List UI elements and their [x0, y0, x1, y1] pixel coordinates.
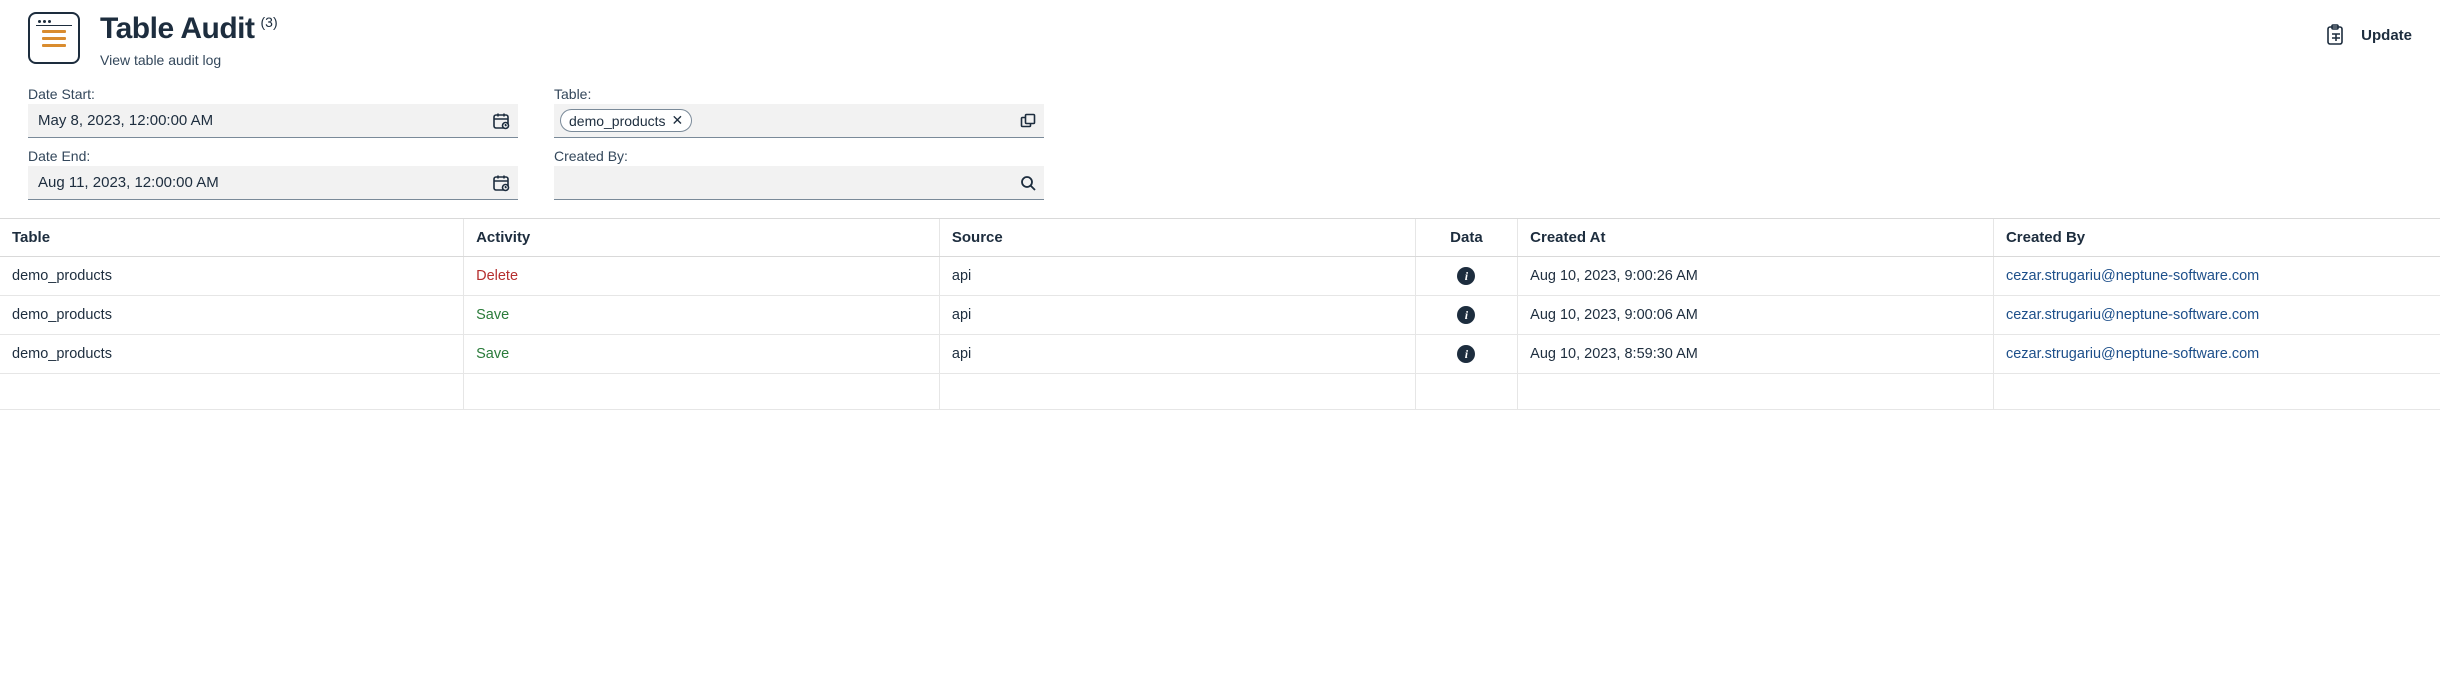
info-icon[interactable]: i	[1457, 345, 1475, 363]
cell-data: i	[1415, 296, 1517, 335]
date-end-input-wrap[interactable]	[28, 166, 518, 200]
info-icon[interactable]: i	[1457, 267, 1475, 285]
date-end-field: Date End:	[28, 148, 518, 200]
update-button[interactable]: Update	[2361, 27, 2412, 44]
col-header-activity[interactable]: Activity	[464, 219, 940, 257]
filters-col-dates: Date Start: Date End:	[28, 86, 518, 200]
page-title-count: (3)	[261, 14, 278, 30]
table-label: Table:	[554, 86, 1044, 102]
date-end-input[interactable]	[38, 166, 482, 199]
cell-activity: Delete	[464, 257, 940, 296]
page-header: Table Audit (3) View table audit log Upd…	[0, 0, 2440, 86]
filters-col-table-user: Table: demo_products ✕ Created By:	[554, 86, 1044, 200]
table-row-empty	[0, 374, 2440, 410]
title-block: Table Audit (3) View table audit log	[100, 12, 278, 68]
table-token[interactable]: demo_products ✕	[560, 109, 692, 132]
cell-created-by: cezar.strugariu@neptune-software.com	[1993, 257, 2440, 296]
calendar-icon[interactable]	[492, 174, 510, 192]
date-start-input[interactable]	[38, 104, 482, 137]
cell-source: api	[939, 335, 1415, 374]
created-by-label: Created By:	[554, 148, 1044, 164]
audit-tbody: demo_productsDeleteapiiAug 10, 2023, 9:0…	[0, 257, 2440, 410]
multi-select-icon[interactable]	[1020, 113, 1036, 129]
col-header-created-at[interactable]: Created At	[1518, 219, 1994, 257]
col-header-created-by[interactable]: Created By	[1993, 219, 2440, 257]
page-title: Table Audit	[100, 12, 255, 46]
date-start-label: Date Start:	[28, 86, 518, 102]
created-by-input[interactable]	[564, 166, 1008, 199]
search-icon[interactable]	[1020, 175, 1036, 191]
cell-source: api	[939, 296, 1415, 335]
cell-data: i	[1415, 257, 1517, 296]
table-row[interactable]: demo_productsSaveapi i Aug 10, 2023, 9:00:…	[0, 296, 2440, 335]
date-end-label: Date End:	[28, 148, 518, 164]
filters-panel: Date Start: Date End:	[0, 86, 2440, 218]
close-icon[interactable]: ✕	[672, 112, 684, 129]
col-header-source[interactable]: Source	[939, 219, 1415, 257]
header-right: Update	[2325, 12, 2412, 46]
col-header-table[interactable]: Table	[0, 219, 464, 257]
cell-activity: Save	[464, 335, 940, 374]
cell-source: api	[939, 257, 1415, 296]
date-start-field: Date Start:	[28, 86, 518, 138]
header-left: Table Audit (3) View table audit log	[28, 12, 2325, 68]
audit-table-wrap: Table Activity Source Data Created At Cr…	[0, 218, 2440, 410]
table-row[interactable]: demo_productsSaveapi i Aug 10, 2023, 8:59:…	[0, 335, 2440, 374]
clipboard-table-icon[interactable]	[2325, 24, 2345, 46]
created-by-field: Created By:	[554, 148, 1044, 200]
cell-created-at: Aug 10, 2023, 9:00:06 AM	[1518, 296, 1994, 335]
cell-table: demo_products	[0, 257, 464, 296]
cell-created-at: Aug 10, 2023, 8:59:30 AM	[1518, 335, 1994, 374]
cell-data: i	[1415, 335, 1517, 374]
calendar-icon[interactable]	[492, 112, 510, 130]
cell-created-at: Aug 10, 2023, 9:00:26 AM	[1518, 257, 1994, 296]
info-icon[interactable]: i	[1457, 306, 1475, 324]
cell-created-by: cezar.strugariu@neptune-software.com	[1993, 335, 2440, 374]
cell-table: demo_products	[0, 335, 464, 374]
date-start-input-wrap[interactable]	[28, 104, 518, 138]
created-by-input-wrap[interactable]	[554, 166, 1044, 200]
page-subtitle: View table audit log	[100, 52, 278, 68]
table-field: Table: demo_products ✕	[554, 86, 1044, 138]
table-token-label: demo_products	[569, 113, 666, 129]
table-header-row: Table Activity Source Data Created At Cr…	[0, 219, 2440, 257]
cell-activity: Save	[464, 296, 940, 335]
table-row[interactable]: demo_productsDeleteapi i Aug 10, 2023, 9:0…	[0, 257, 2440, 296]
table-input-wrap[interactable]: demo_products ✕	[554, 104, 1044, 138]
table-audit-icon	[28, 12, 80, 64]
cell-created-by: cezar.strugariu@neptune-software.com	[1993, 296, 2440, 335]
col-header-data[interactable]: Data	[1415, 219, 1517, 257]
audit-table: Table Activity Source Data Created At Cr…	[0, 219, 2440, 410]
cell-table: demo_products	[0, 296, 464, 335]
